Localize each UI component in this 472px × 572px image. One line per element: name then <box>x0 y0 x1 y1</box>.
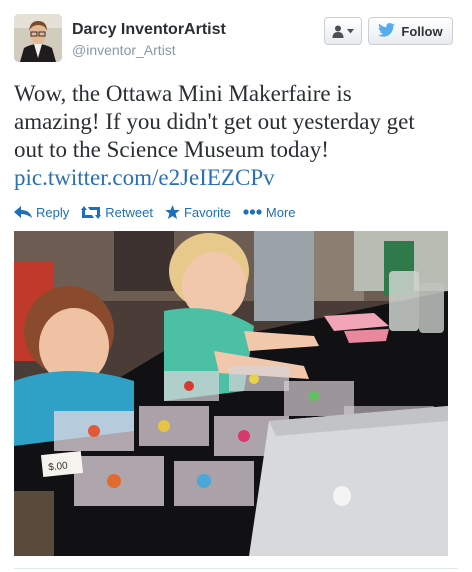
avatar[interactable] <box>14 14 62 62</box>
follow-label: Follow <box>401 23 443 39</box>
retweet-icon <box>81 205 102 219</box>
retweet-action[interactable]: Retweet <box>81 205 153 220</box>
more-dots-icon <box>243 209 262 215</box>
person-dropdown-icon <box>332 25 354 38</box>
tweet-text-line: Wow, the Ottawa Mini Makerfaire is <box>14 81 352 106</box>
star-icon <box>165 205 180 219</box>
more-label: More <box>265 204 296 220</box>
reply-arrow-icon <box>14 206 32 218</box>
user-actions-button[interactable] <box>324 17 362 45</box>
follow-button[interactable]: Follow <box>368 17 453 45</box>
user-name[interactable]: Darcy InventorArtist <box>72 21 226 39</box>
user-handle[interactable]: @inventor_Artist <box>72 42 176 58</box>
divider <box>14 568 458 569</box>
tweet-actions: Reply Retweet Favorite More <box>14 203 308 221</box>
twitter-bird-icon <box>378 22 396 40</box>
tweet-media-link[interactable]: pic.twitter.com/e2JeIEZCPv <box>14 164 454 192</box>
reply-action[interactable]: Reply <box>14 205 69 220</box>
reply-label: Reply <box>36 204 70 220</box>
tweet-text-line: amazing! If you didn't get out yesterday… <box>14 109 415 134</box>
favorite-label: Favorite <box>183 204 231 220</box>
tweet-text-line: out to the Science Museum today! <box>14 137 329 162</box>
tweet-photo[interactable]: $.00 <box>14 231 448 556</box>
price-tag-text: $.00 <box>48 460 69 473</box>
tweet-card: Darcy InventorArtist @inventor_Artist Fo… <box>0 0 472 572</box>
tweet-text: Wow, the Ottawa Mini Makerfaire is amazi… <box>14 80 454 192</box>
more-action[interactable]: More <box>243 205 296 220</box>
retweet-label: Retweet <box>105 204 153 220</box>
favorite-action[interactable]: Favorite <box>165 205 231 220</box>
